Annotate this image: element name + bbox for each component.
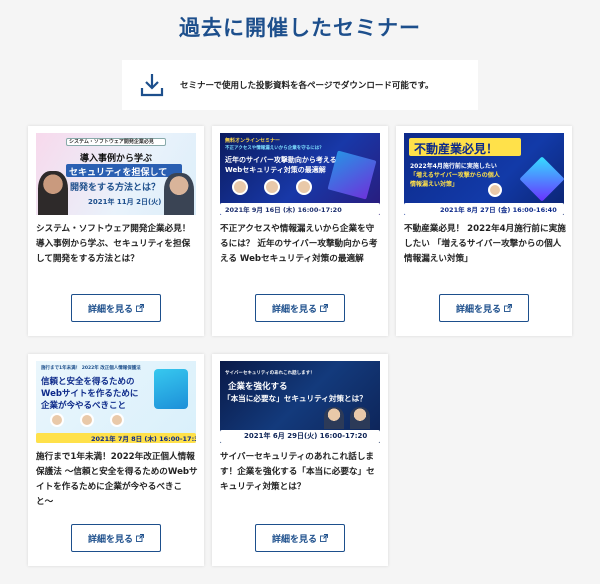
view-details-button[interactable]: 詳細を見る bbox=[71, 524, 161, 552]
view-details-label: 詳細を見る bbox=[87, 534, 133, 545]
seminar-card: システム・ソフトウェア開発企業必見 導入事例から学ぶ セキュリティを担保して 開… bbox=[28, 126, 204, 336]
seminar-title[interactable]: 施行まで1年未満！2022年改正個人情報保護法 〜信頼と安全を得るためのWebサ… bbox=[36, 450, 198, 510]
speaker-photo bbox=[38, 171, 68, 215]
download-icon bbox=[140, 74, 164, 97]
thumb-tag: システム・ソフトウェア開発企業必見 bbox=[69, 139, 154, 145]
thumb-line1: 不動産業必見！ bbox=[414, 142, 499, 156]
view-details-label: 詳細を見る bbox=[271, 304, 317, 315]
speaker-photo bbox=[350, 407, 370, 429]
seminar-title[interactable]: 不動産業必見！ 2022年4月施行前に実施したい 「増えるサイバー攻撃からの個人… bbox=[404, 222, 566, 267]
external-link-icon bbox=[320, 304, 328, 312]
view-details-button[interactable]: 詳細を見る bbox=[439, 294, 529, 322]
view-details-button[interactable]: 詳細を見る bbox=[255, 524, 345, 552]
download-notice-text: セミナーで使用した投影資料を各ページでダウンロード可能です。 bbox=[180, 81, 434, 91]
seminar-thumbnail[interactable]: 無料オンラインセミナー 不正アクセスや情報漏えいから企業を守るには？ 近年のサイ… bbox=[220, 133, 380, 215]
thumb-sub: 不正アクセスや情報漏えいから企業を守るには？ bbox=[225, 146, 324, 151]
thumb-line2: Webセキュリティ対策の最適解 bbox=[225, 166, 326, 174]
thumb-line1: 近年のサイバー攻撃動向から考える bbox=[225, 156, 337, 164]
speaker-photo bbox=[488, 183, 502, 197]
seminar-thumbnail[interactable]: 不動産業必見！ 2022年4月施行前に実施したい 「増えるサイバー攻撃からの個人… bbox=[404, 133, 564, 215]
thumb-line2: セキュリティを担保して bbox=[69, 168, 168, 178]
view-details-label: 詳細を見る bbox=[455, 304, 501, 315]
speaker-photo bbox=[264, 179, 280, 195]
seminar-thumbnail[interactable]: 施行まで1年未満！ 2022年 改正個人情報保護法 信頼と安全を得るための We… bbox=[36, 361, 196, 443]
speaker-photo bbox=[232, 179, 248, 195]
thumb-date: 2021年 8月 27日 (金) 16:00-16:40 bbox=[440, 206, 557, 214]
thumb-line4: 情報漏えい対策」 bbox=[410, 181, 459, 188]
seminar-thumbnail[interactable]: サイバーセキュリティのあれこれ話します！ 企業を強化する 「本当に必要な」セキュ… bbox=[220, 361, 380, 443]
thumb-date: 2021年 9月 16日 (木) 16:00-17:20 bbox=[225, 206, 342, 214]
speaker-photo bbox=[80, 413, 94, 427]
thumb-line1: 導入事例から学ぶ bbox=[80, 154, 153, 164]
seminar-card: サイバーセキュリティのあれこれ話します！ 企業を強化する 「本当に必要な」セキュ… bbox=[212, 354, 388, 566]
page-title: 過去に開催したセミナー bbox=[179, 16, 421, 40]
thumb-line1: 企業を強化する bbox=[228, 382, 288, 392]
view-details-label: 詳細を見る bbox=[87, 304, 133, 315]
thumb-tag: サイバーセキュリティのあれこれ話します！ bbox=[225, 371, 315, 376]
thumb-date: 2021年 11月 2日(火) bbox=[88, 198, 162, 206]
view-details-button[interactable]: 詳細を見る bbox=[255, 294, 345, 322]
thumb-line3: 企業が今やるべきこと bbox=[41, 401, 127, 411]
thumb-tag: 施行まで1年未満！ 2022年 改正個人情報保護法 bbox=[41, 366, 141, 371]
thumb-line1: 信頼と安全を得るための bbox=[41, 377, 135, 387]
seminar-title[interactable]: サイバーセキュリティのあれこれ話します！企業を強化する「本当に必要な」セキュリテ… bbox=[220, 450, 382, 495]
speaker-photo bbox=[164, 173, 194, 215]
speaker-photo bbox=[296, 179, 312, 195]
seminar-card: 施行まで1年未満！ 2022年 改正個人情報保護法 信頼と安全を得るための We… bbox=[28, 354, 204, 566]
external-link-icon bbox=[320, 534, 328, 542]
thumb-line2: 「本当に必要な」セキュリティ対策とは？ bbox=[223, 394, 367, 403]
seminar-title[interactable]: 不正アクセスや情報漏えいから企業を守るには？ 近年のサイバー攻撃動向から考える … bbox=[220, 222, 382, 267]
download-notice: セミナーで使用した投影資料を各ページでダウンロード可能です。 bbox=[122, 60, 478, 110]
external-link-icon bbox=[504, 304, 512, 312]
thumb-line2: 2022年4月施行前に実施したい bbox=[410, 163, 497, 170]
speaker-photo bbox=[50, 413, 64, 427]
thumb-tag: 無料オンラインセミナー bbox=[225, 138, 281, 144]
external-link-icon bbox=[136, 534, 144, 542]
speaker-photo bbox=[324, 407, 344, 429]
view-details-label: 詳細を見る bbox=[271, 534, 317, 545]
external-link-icon bbox=[136, 304, 144, 312]
thumb-line3: 「増えるサイバー攻撃からの個人 bbox=[410, 172, 500, 179]
thumb-line3: 開発をする方法とは？ bbox=[70, 183, 161, 193]
seminar-card: 不動産業必見！ 2022年4月施行前に実施したい 「増えるサイバー攻撃からの個人… bbox=[396, 126, 572, 336]
thumb-line2: Webサイトを作るために bbox=[41, 389, 139, 399]
thumb-date: 2021年 7月 8日 (木) 16:00-17:30 bbox=[91, 435, 196, 443]
thumb-date: 2021年 6月 29日(火) 16:00-17:20 bbox=[244, 432, 368, 440]
seminar-card: 無料オンラインセミナー 不正アクセスや情報漏えいから企業を守るには？ 近年のサイ… bbox=[212, 126, 388, 336]
speaker-photo bbox=[110, 413, 124, 427]
view-details-button[interactable]: 詳細を見る bbox=[71, 294, 161, 322]
seminar-thumbnail[interactable]: システム・ソフトウェア開発企業必見 導入事例から学ぶ セキュリティを担保して 開… bbox=[36, 133, 196, 215]
seminar-title[interactable]: システム・ソフトウェア開発企業必見！導入事例から学ぶ、セキュリティを担保して開発… bbox=[36, 222, 198, 267]
